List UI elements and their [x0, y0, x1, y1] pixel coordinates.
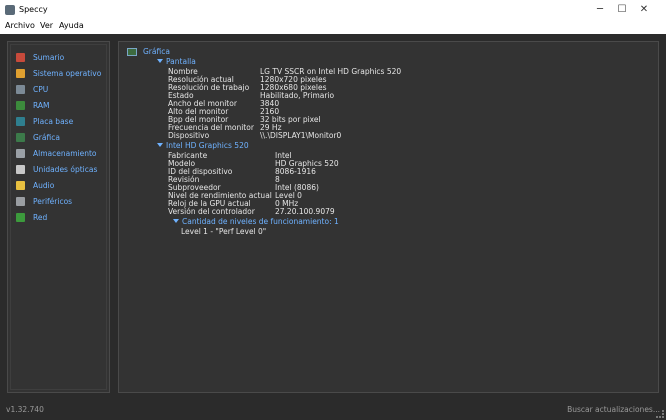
- cpu-icon: [16, 85, 25, 94]
- version-label: v1.32.740: [6, 405, 44, 414]
- sidebar-item-label: Placa base: [33, 117, 74, 126]
- collapse-arrow-icon: [157, 143, 163, 147]
- optical-drive-icon: [16, 165, 25, 174]
- gpu-header-label: Intel HD Graphics 520: [166, 141, 249, 150]
- windows-icon: [16, 69, 25, 78]
- details-panel: Gráfica Pantalla Nombre LG TV SSCR on Int…: [118, 41, 659, 393]
- collapse-arrow-icon: [173, 219, 179, 223]
- menu-bar: Archivo Ver Ayuda: [0, 20, 666, 34]
- ram-icon: [16, 101, 25, 110]
- property-key: Dispositivo: [168, 131, 210, 140]
- close-button[interactable]: ✕: [622, 0, 666, 20]
- sidebar-item-label: RAM: [33, 101, 50, 110]
- audio-icon: [16, 181, 25, 190]
- graphics-icon: [16, 133, 25, 142]
- app-body: Sumario Sistema operativo CPU RAM Placa …: [0, 34, 666, 420]
- sidebar-item-cpu[interactable]: CPU: [12, 83, 108, 97]
- sidebar-item-label: Sumario: [33, 53, 65, 62]
- sidebar-item-sistema-operativo[interactable]: Sistema operativo: [12, 67, 108, 81]
- speccy-app-icon: [5, 5, 15, 15]
- property-value: 8086-1916: [275, 167, 316, 176]
- menu-ver[interactable]: Ver: [40, 21, 53, 30]
- pantalla-header[interactable]: Pantalla: [157, 57, 196, 66]
- sidebar-item-label: Audio: [33, 181, 55, 190]
- collapse-arrow-icon: [157, 59, 163, 63]
- sidebar-item-label: Almacenamiento: [33, 149, 97, 158]
- window-title: Speccy: [19, 5, 48, 14]
- peripherals-icon: [16, 197, 25, 206]
- perf-levels-header[interactable]: Cantidad de niveles de funcionamiento: 1: [173, 217, 339, 226]
- sidebar-item-almacenamiento[interactable]: Almacenamiento: [12, 147, 108, 161]
- sidebar-item-perifericos[interactable]: Periféricos: [12, 195, 108, 209]
- sidebar: Sumario Sistema operativo CPU RAM Placa …: [7, 41, 110, 393]
- title-bar: Speccy ─ ☐ ✕: [0, 0, 666, 20]
- sidebar-item-label: CPU: [33, 85, 49, 94]
- property-value: \\.\DISPLAY1\Monitor0: [260, 131, 342, 140]
- menu-ayuda[interactable]: Ayuda: [59, 21, 84, 30]
- storage-icon: [16, 149, 25, 158]
- menu-archivo[interactable]: Archivo: [5, 21, 35, 30]
- sidebar-item-label: Sistema operativo: [33, 69, 102, 78]
- sidebar-item-ram[interactable]: RAM: [12, 99, 108, 113]
- check-updates-link[interactable]: Buscar actualizaciones...: [567, 405, 660, 414]
- property-key: Versión del controlador: [168, 207, 255, 216]
- pantalla-header-label: Pantalla: [166, 57, 196, 66]
- sidebar-item-label: Periféricos: [33, 197, 73, 206]
- sidebar-item-placa-base[interactable]: Placa base: [12, 115, 108, 129]
- sidebar-item-unidades-opticas[interactable]: Unidades ópticas: [12, 163, 108, 177]
- sidebar-item-label: Gráfica: [33, 133, 60, 142]
- perf-levels-header-label: Cantidad de niveles de funcionamiento: 1: [182, 217, 339, 226]
- gpu-header[interactable]: Intel HD Graphics 520: [157, 141, 249, 150]
- sidebar-item-grafica[interactable]: Gráfica: [12, 131, 108, 145]
- perf-level-value: Level 1 - "Perf Level 0": [181, 227, 267, 236]
- network-icon: [16, 213, 25, 222]
- graphics-icon: [127, 48, 137, 56]
- resize-grip[interactable]: [656, 410, 664, 418]
- summary-icon: [16, 53, 25, 62]
- sidebar-item-label: Red: [33, 213, 48, 222]
- property-value: 27.20.100.9079: [275, 207, 335, 216]
- motherboard-icon: [16, 117, 25, 126]
- sidebar-item-label: Unidades ópticas: [33, 165, 98, 174]
- sidebar-item-red[interactable]: Red: [12, 211, 108, 225]
- section-title: Gráfica: [143, 47, 170, 56]
- sidebar-item-audio[interactable]: Audio: [12, 179, 108, 193]
- sidebar-item-sumario[interactable]: Sumario: [12, 51, 108, 65]
